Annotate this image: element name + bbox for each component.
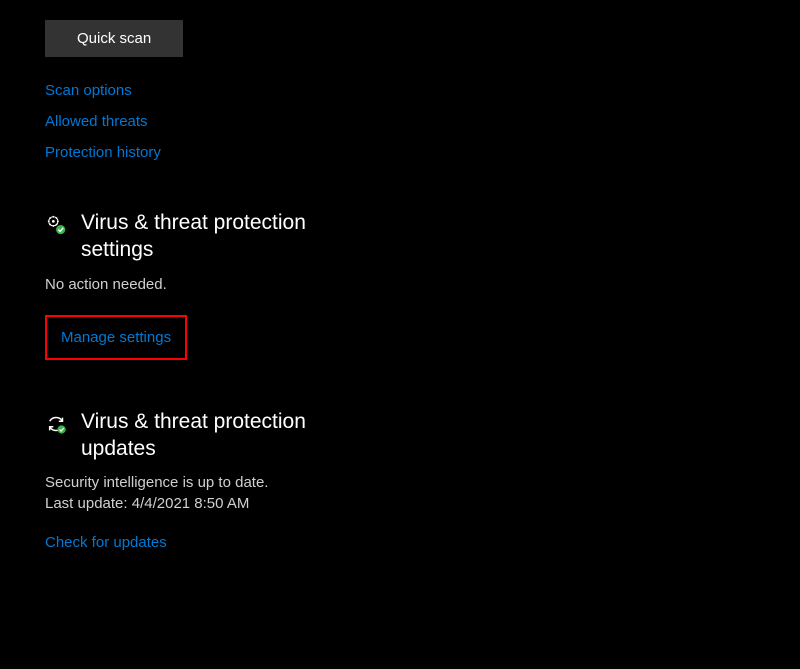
settings-status: No action needed. xyxy=(45,276,800,293)
quick-scan-button[interactable]: Quick scan xyxy=(45,20,183,57)
settings-section: Virus & threat protection settings No ac… xyxy=(45,209,800,360)
check-updates-link[interactable]: Check for updates xyxy=(45,534,167,551)
refresh-icon xyxy=(45,412,69,436)
updates-status: Security intelligence is up to date. xyxy=(45,474,800,491)
updates-header: Virus & threat protection updates xyxy=(45,408,800,463)
updates-section: Virus & threat protection updates Securi… xyxy=(45,408,800,553)
updates-body: Security intelligence is up to date. Las… xyxy=(45,474,800,512)
scan-options-link[interactable]: Scan options xyxy=(45,82,800,99)
manage-settings-link[interactable]: Manage settings xyxy=(61,329,171,346)
gear-icon xyxy=(45,213,69,237)
updates-title: Virus & threat protection updates xyxy=(81,408,381,463)
allowed-threats-link[interactable]: Allowed threats xyxy=(45,113,800,130)
settings-title: Virus & threat protection settings xyxy=(81,209,381,264)
settings-body: No action needed. xyxy=(45,276,800,293)
manage-settings-highlight: Manage settings xyxy=(45,315,187,360)
protection-history-link[interactable]: Protection history xyxy=(45,144,800,161)
settings-header: Virus & threat protection settings xyxy=(45,209,800,264)
updates-last-update: Last update: 4/4/2021 8:50 AM xyxy=(45,495,800,512)
